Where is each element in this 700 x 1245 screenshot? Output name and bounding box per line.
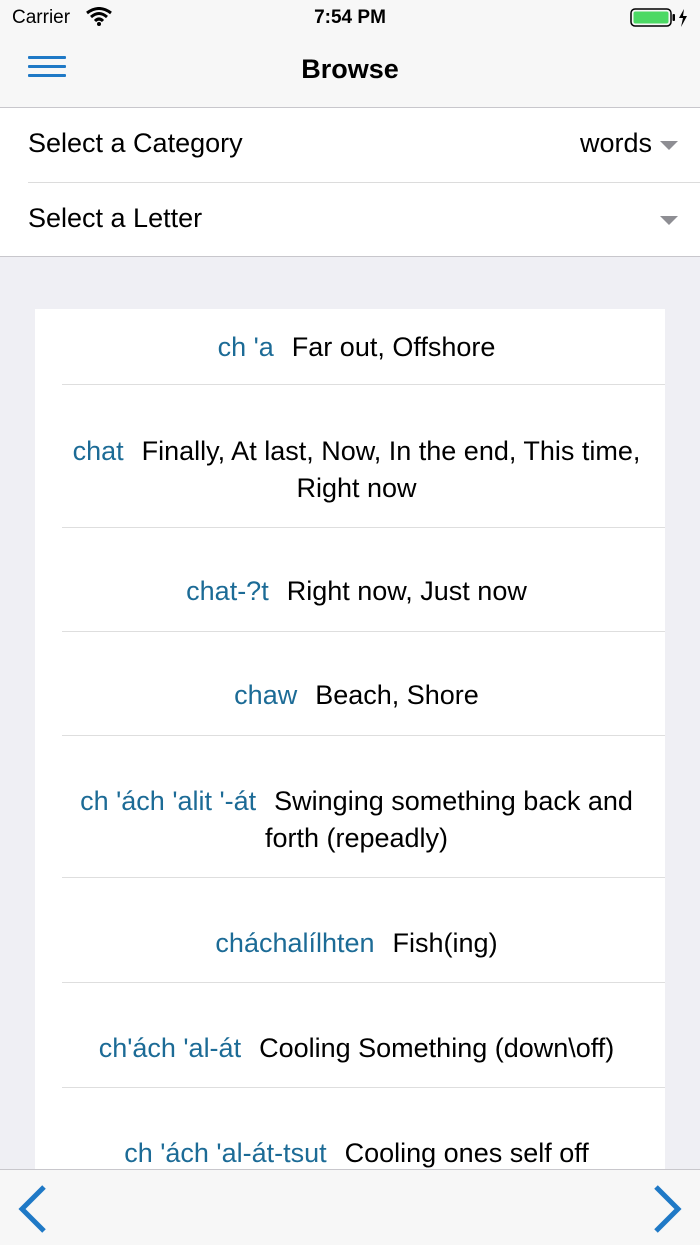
list-item[interactable]: ch'ách 'al-át Cooling Something (down\off… <box>62 983 665 1088</box>
category-value: words <box>579 128 652 158</box>
list-item[interactable]: ch 'ách 'al-át-tsut Cooling ones self off <box>62 1088 665 1169</box>
previous-button[interactable] <box>14 1184 50 1239</box>
battery-icon <box>630 8 690 33</box>
bottom-toolbar <box>0 1169 700 1245</box>
entry-word: ch 'ách 'al-át-tsut <box>124 1138 327 1168</box>
entry-definition: Cooling ones self off <box>344 1138 589 1168</box>
entry-word: chat-?t <box>186 576 269 606</box>
entry-definition: Swinging something back and forth (repea… <box>264 786 633 853</box>
category-selector[interactable]: Select a Category words <box>28 108 700 183</box>
status-time: 7:54 PM <box>314 7 386 28</box>
list-item[interactable]: chat Finally, At last, Now, In the end, T… <box>62 385 665 528</box>
dropdown-arrow-icon <box>660 141 678 150</box>
filter-panel: Select a Category words Select a Letter <box>0 108 700 257</box>
navigation-bar: Browse <box>0 36 700 108</box>
entry-word: ch 'a <box>217 332 274 362</box>
entry-definition: Cooling Something (down\off) <box>259 1033 615 1063</box>
entry-definition: Right now, Just now <box>286 576 527 606</box>
entry-definition: Finally, At last, Now, In the end, This … <box>141 436 641 503</box>
next-button[interactable] <box>650 1184 686 1239</box>
page-title: Browse <box>301 54 399 84</box>
list-item[interactable]: cháchalílhten Fish(ing) <box>62 878 665 983</box>
chevron-left-icon <box>18 1185 46 1233</box>
list-item[interactable]: ch 'a Far out, Offshore <box>62 309 665 385</box>
entry-definition: Fish(ing) <box>392 928 498 958</box>
entry-word: chaw <box>234 680 298 710</box>
word-list: ch 'a Far out, Offshore chat Finally, At l… <box>35 309 665 1169</box>
entry-word: cháchalílhten <box>215 928 375 958</box>
entry-definition: Beach, Shore <box>315 680 479 710</box>
letter-selector[interactable]: Select a Letter <box>28 183 700 257</box>
entry-word: ch'ách 'al-át <box>98 1033 242 1063</box>
chevron-right-icon <box>654 1185 682 1233</box>
entry-word: chat <box>72 436 124 466</box>
entry-word: ch 'ách 'alit '-át <box>80 786 257 816</box>
entry-definition: Far out, Offshore <box>291 332 496 362</box>
list-item[interactable]: chaw Beach, Shore <box>62 632 665 736</box>
dropdown-arrow-icon <box>660 216 678 225</box>
letter-label: Select a Letter <box>28 203 203 233</box>
status-bar: Carrier 7:54 PM <box>0 0 700 36</box>
list-item[interactable]: chat-?t Right now, Just now <box>62 528 665 632</box>
category-label: Select a Category <box>28 128 243 158</box>
list-item[interactable]: ch 'ách 'alit '-át Swinging something bac… <box>62 736 665 878</box>
